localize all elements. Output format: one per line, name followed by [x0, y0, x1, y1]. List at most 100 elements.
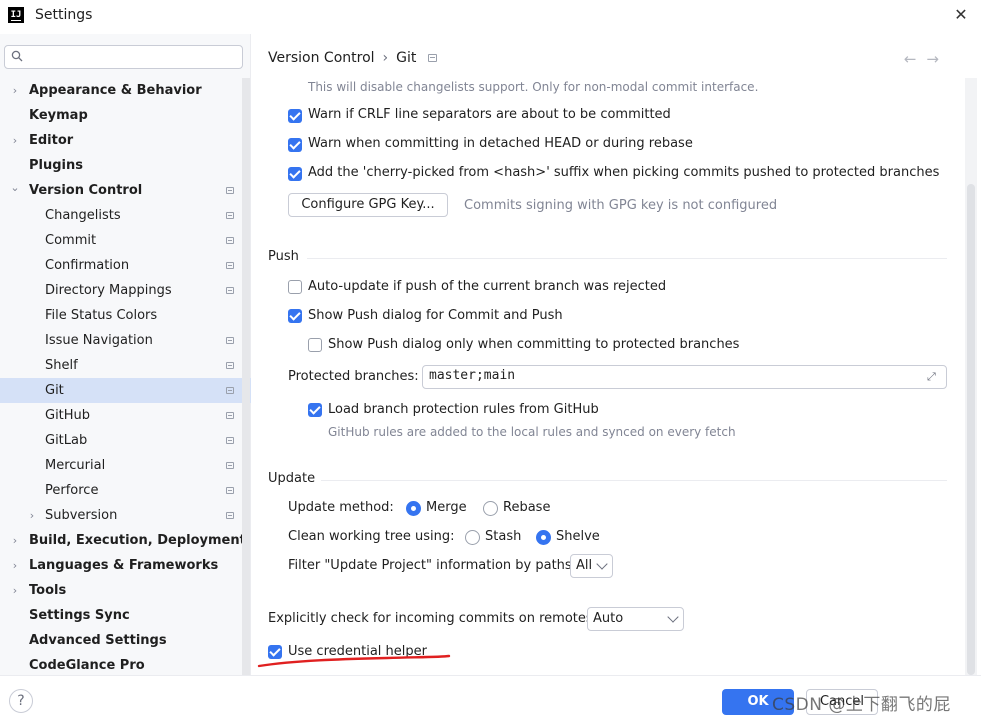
sidebar-item-label: Plugins [29, 158, 83, 173]
sidebar-item-label: Changelists [45, 208, 121, 223]
search-box[interactable] [4, 45, 243, 69]
sidebar-item-label: Directory Mappings [45, 283, 172, 298]
project-scope-icon [226, 337, 234, 344]
sidebar-item-git[interactable]: Git [0, 378, 251, 403]
sidebar-item-editor[interactable]: › Editor [0, 128, 251, 153]
sidebar-item-issue-navigation[interactable]: Issue Navigation [0, 328, 251, 353]
sidebar-item-label: Git [45, 383, 64, 398]
content-scrollbar[interactable] [967, 184, 975, 675]
rebase-radio[interactable] [483, 501, 498, 516]
help-button[interactable]: ? [9, 689, 33, 713]
cherry-pick-suffix-checkbox[interactable] [288, 167, 302, 181]
sidebar-item-build-execution-deployment[interactable]: › Build, Execution, Deployment [0, 528, 251, 553]
crlf-warning-label[interactable]: Warn if CRLF line separators are about t… [308, 107, 671, 122]
update-section-divider [321, 480, 947, 481]
sidebar-item-mercurial[interactable]: Mercurial [0, 453, 251, 478]
project-scope-icon [226, 237, 234, 244]
rebase-label[interactable]: Rebase [503, 500, 550, 515]
sidebar-item-label: GitHub [45, 408, 91, 423]
sidebar-item-changelists[interactable]: Changelists [0, 203, 251, 228]
show-push-dialog-checkbox[interactable] [288, 309, 302, 323]
auto-update-label[interactable]: Auto-update if push of the current branc… [308, 279, 666, 294]
chevron-down-icon[interactable]: ⌄ [9, 175, 21, 200]
shelve-radio[interactable] [536, 530, 551, 545]
sidebar-item-label: Perforce [45, 483, 99, 498]
chevron-right-icon[interactable]: › [26, 503, 38, 528]
project-scope-icon [226, 412, 234, 419]
filter-paths-value: All [576, 558, 593, 573]
sidebar-item-perforce[interactable]: Perforce [0, 478, 251, 503]
sidebar-item-plugins[interactable]: Plugins [0, 153, 251, 178]
chevron-down-icon [667, 611, 679, 623]
sidebar-item-subversion[interactable]: › Subversion [0, 503, 251, 528]
incoming-commits-label: Explicitly check for incoming commits on… [268, 611, 598, 626]
chevron-right-icon[interactable]: › [9, 553, 21, 578]
shelve-label[interactable]: Shelve [556, 529, 600, 544]
filter-paths-select[interactable]: All [570, 554, 613, 578]
annotation-underline [257, 654, 451, 668]
merge-radio[interactable] [406, 501, 421, 516]
show-push-protected-checkbox[interactable] [308, 338, 322, 352]
chevron-right-icon[interactable]: › [9, 578, 21, 603]
protected-branches-field[interactable]: master;main ⤢ [422, 365, 947, 389]
merge-label[interactable]: Merge [426, 500, 467, 515]
sidebar-item-advanced-settings[interactable]: Advanced Settings [0, 628, 251, 653]
sidebar-item-keymap[interactable]: Keymap [0, 103, 251, 128]
search-icon [11, 50, 23, 62]
sidebar-item-directory-mappings[interactable]: Directory Mappings [0, 278, 251, 303]
project-scope-icon [226, 487, 234, 494]
chevron-right-icon[interactable]: › [9, 528, 21, 553]
sidebar-item-commit[interactable]: Commit [0, 228, 251, 253]
auto-update-checkbox[interactable] [288, 280, 302, 294]
sidebar-item-appearance-behavior[interactable]: › Appearance & Behavior [0, 78, 251, 103]
sidebar-item-tools[interactable]: › Tools [0, 578, 251, 603]
chevron-right-icon[interactable]: › [9, 78, 21, 103]
intellij-logo-icon: IJ [8, 7, 24, 23]
sidebar-item-languages-frameworks[interactable]: › Languages & Frameworks [0, 553, 251, 578]
crlf-warning-checkbox[interactable] [288, 109, 302, 123]
sidebar-item-label: Appearance & Behavior [29, 83, 202, 98]
stash-radio[interactable] [465, 530, 480, 545]
cherry-pick-suffix-label[interactable]: Add the 'cherry-picked from <hash>' suff… [308, 165, 939, 180]
expand-icon[interactable]: ⤢ [927, 371, 939, 383]
sidebar-item-label: Shelf [45, 358, 78, 373]
load-protection-rules-label[interactable]: Load branch protection rules from GitHub [328, 402, 599, 417]
sidebar-item-gitlab[interactable]: GitLab [0, 428, 251, 453]
sidebar-scrollbar[interactable] [242, 78, 250, 675]
clean-working-tree-label: Clean working tree using: [288, 529, 455, 544]
sidebar-item-label: Settings Sync [29, 608, 130, 623]
sidebar-item-label: Tools [29, 583, 67, 598]
sidebar-item-settings-sync[interactable]: Settings Sync [0, 603, 251, 628]
project-scope-icon [226, 287, 234, 294]
detached-head-checkbox[interactable] [288, 138, 302, 152]
breadcrumb-current: Git [396, 50, 417, 66]
sidebar-item-shelf[interactable]: Shelf [0, 353, 251, 378]
load-protection-rules-checkbox[interactable] [308, 403, 322, 417]
sidebar-item-github[interactable]: GitHub [0, 403, 251, 428]
search-input[interactable] [31, 48, 236, 66]
push-section-divider [307, 258, 947, 259]
project-scope-icon [226, 262, 234, 269]
watermark: CSDN @上下翻飞的屁 [772, 695, 951, 715]
show-push-protected-label[interactable]: Show Push dialog only when committing to… [328, 337, 739, 352]
forward-arrow-icon[interactable]: → [926, 50, 949, 68]
incoming-commits-value: Auto [593, 611, 624, 626]
sidebar-item-file-status-colors[interactable]: File Status Colors [0, 303, 251, 328]
close-icon[interactable]: ✕ [949, 4, 973, 28]
configure-gpg-key-button[interactable]: Configure GPG Key... [288, 193, 448, 217]
sidebar-item-version-control[interactable]: ⌄ Version Control [0, 178, 251, 203]
breadcrumb-separator: › [382, 50, 389, 66]
detached-head-label[interactable]: Warn when committing in detached HEAD or… [308, 136, 693, 151]
show-push-dialog-label[interactable]: Show Push dialog for Commit and Push [308, 308, 563, 323]
breadcrumb-parent[interactable]: Version Control [268, 50, 375, 66]
stash-label[interactable]: Stash [485, 529, 521, 544]
chevron-right-icon[interactable]: › [9, 128, 21, 153]
update-method-label: Update method: [288, 500, 394, 515]
sidebar-item-label: Confirmation [45, 258, 130, 273]
incoming-commits-select[interactable]: Auto [587, 607, 684, 631]
project-scope-icon [226, 387, 234, 394]
gpg-hint: Commits signing with GPG key is not conf… [464, 198, 778, 213]
sidebar-item-confirmation[interactable]: Confirmation [0, 253, 251, 278]
back-arrow-icon[interactable]: ← [904, 50, 927, 68]
project-scope-icon [226, 187, 234, 194]
